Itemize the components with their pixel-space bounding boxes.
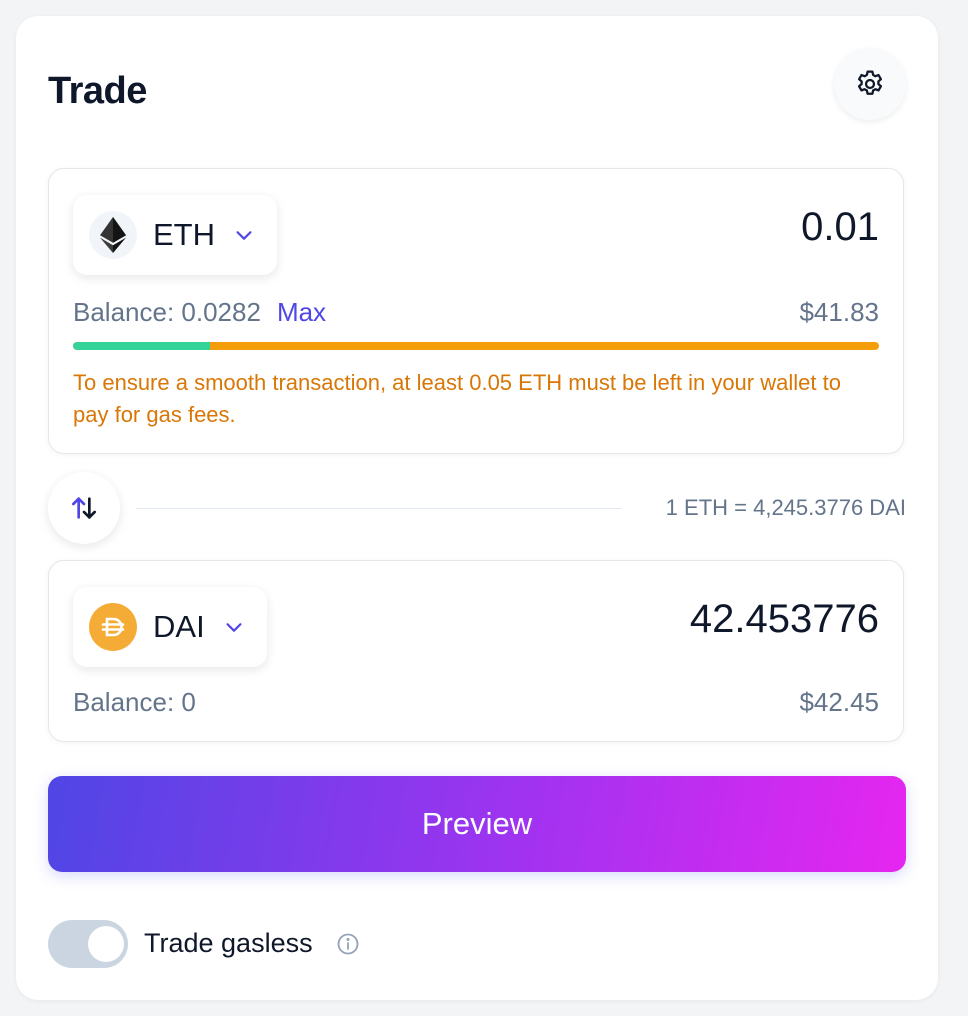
trade-card: Trade ETH Balance: 0.0282 Max: [16, 16, 938, 1000]
from-token-symbol: ETH: [153, 217, 215, 252]
info-icon[interactable]: [336, 932, 360, 956]
page-title: Trade: [48, 70, 147, 112]
swap-direction-button[interactable]: [48, 472, 120, 544]
gasless-label: Trade gasless: [144, 928, 313, 958]
from-balance: Balance: 0.0282: [73, 297, 261, 327]
settings-button[interactable]: [834, 48, 906, 120]
exchange-rate: 1 ETH = 4,245.3776 DAI: [665, 495, 906, 520]
gas-warning: To ensure a smooth transaction, at least…: [73, 370, 841, 427]
gear-icon: [857, 70, 883, 95]
to-token-panel: DAI Balance: 0 $42.45: [48, 560, 904, 742]
to-amount-input[interactable]: [459, 597, 879, 642]
to-balance: Balance: 0: [73, 687, 196, 717]
from-amount-input[interactable]: [459, 205, 879, 250]
preview-button[interactable]: Preview: [48, 776, 906, 872]
toggle-knob: [88, 926, 124, 962]
chevron-down-icon: [226, 623, 242, 632]
ethereum-icon: [89, 211, 137, 259]
to-token-selector[interactable]: DAI: [73, 587, 267, 667]
dai-icon: [89, 603, 137, 651]
max-button[interactable]: Max: [277, 297, 326, 327]
gas-reserve-bar-fill: [73, 342, 211, 350]
from-token-panel: ETH Balance: 0.0282 Max $41.83 To ensure …: [48, 168, 904, 454]
gasless-toggle[interactable]: [48, 920, 128, 968]
to-usd-value: $42.45: [799, 687, 879, 717]
from-token-selector[interactable]: ETH: [73, 195, 277, 275]
to-token-symbol: DAI: [153, 609, 205, 644]
swap-arrows-icon: [72, 497, 96, 519]
from-usd-value: $41.83: [799, 297, 879, 327]
from-balance-row: Balance: 0.0282 Max $41.83: [73, 297, 879, 328]
chevron-down-icon: [236, 231, 252, 240]
divider: [136, 508, 622, 509]
gas-reserve-bar: [73, 342, 879, 350]
to-balance-row: Balance: 0 $42.45: [73, 687, 879, 718]
